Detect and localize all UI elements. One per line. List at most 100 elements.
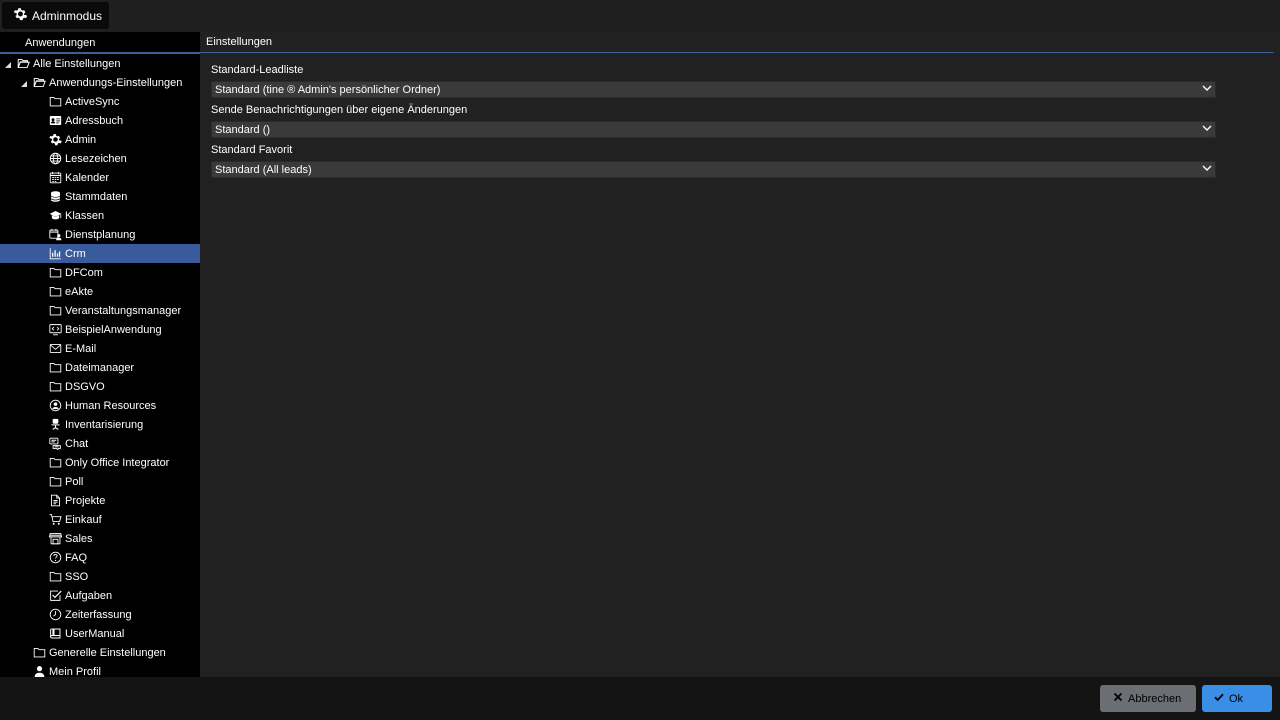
tree-node-label: Inventarisierung xyxy=(65,418,144,431)
question-circle-icon xyxy=(48,551,62,565)
gear-icon xyxy=(48,133,62,147)
chevron-down-icon xyxy=(1202,83,1212,96)
field-label: Sende Benachrichtigungen über eigene Änd… xyxy=(211,104,468,116)
field-send-notifications: Sende Benachrichtigungen über eigene Änd… xyxy=(211,104,1216,138)
tree-node-projekte[interactable]: Projekte xyxy=(0,491,200,510)
field-default-favorite: Standard Favorit Standard (All leads) xyxy=(211,144,1216,178)
folder-icon xyxy=(48,304,62,318)
tree-node-label: DSGVO xyxy=(65,380,105,393)
tree-node-label: Einkauf xyxy=(65,513,102,526)
tree-node-label: Poll xyxy=(65,475,84,488)
tree-node-dsgvo[interactable]: DSGVO xyxy=(0,377,200,396)
tree-node-label: E-Mail xyxy=(65,342,97,355)
tree-node-general-settings[interactable]: Generelle Einstellungen xyxy=(0,643,200,662)
tree-node-beispielanwendung[interactable]: BeispielAnwendung xyxy=(0,320,200,339)
tree-node-chat[interactable]: Chat xyxy=(0,434,200,453)
send-notifications-select[interactable]: Standard () xyxy=(211,121,1216,138)
store-icon xyxy=(48,532,62,546)
address-card-icon xyxy=(48,114,62,128)
book-icon xyxy=(48,627,62,641)
chair-icon xyxy=(48,418,62,432)
tree-node-sso[interactable]: SSO xyxy=(0,567,200,586)
dialog-button-bar: Abbrechen Ok xyxy=(0,677,1280,720)
tree-node-label: Aufgaben xyxy=(65,589,113,602)
tree-node-lesezeichen[interactable]: Lesezeichen xyxy=(0,149,200,168)
tree-node-label: Dienstplanung xyxy=(65,228,136,241)
tree-node-label: Klassen xyxy=(65,209,105,222)
field-label: Standard Favorit xyxy=(211,144,293,156)
tree-node-activesync[interactable]: ActiveSync xyxy=(0,92,200,111)
globe-icon xyxy=(48,152,62,166)
tree-node-human-resources[interactable]: Human Resources xyxy=(0,396,200,415)
check-icon xyxy=(1214,692,1224,705)
tree-node-sales[interactable]: Sales xyxy=(0,529,200,548)
tree-node-zeiterfassung[interactable]: Zeiterfassung xyxy=(0,605,200,624)
settings-tree-panel: Anwendungen Alle Einstellungen Anwendung… xyxy=(0,32,200,678)
gear-icon xyxy=(13,7,28,24)
folder-icon xyxy=(48,456,62,470)
tree-node-einkauf[interactable]: Einkauf xyxy=(0,510,200,529)
tree-node-label: Admin xyxy=(65,133,97,146)
tree-node-only-office-integrator[interactable]: Only Office Integrator xyxy=(0,453,200,472)
tree-node-label: Only Office Integrator xyxy=(65,456,170,469)
tree-node-dateimanager[interactable]: Dateimanager xyxy=(0,358,200,377)
tree-node-crm[interactable]: Crm xyxy=(0,244,200,263)
tree-node-poll[interactable]: Poll xyxy=(0,472,200,491)
tree-node-adressbuch[interactable]: Adressbuch xyxy=(0,111,200,130)
tree-node-label: Lesezeichen xyxy=(65,152,127,165)
admin-mode-button[interactable]: Adminmodus xyxy=(2,2,109,29)
tree-header: Anwendungen xyxy=(0,32,200,54)
default-favorite-select[interactable]: Standard (All leads) xyxy=(211,161,1216,178)
tree-node-all-settings[interactable]: Alle Einstellungen xyxy=(0,54,200,73)
ok-label: Ok xyxy=(1229,692,1244,705)
tree-node-label: Adressbuch xyxy=(65,114,124,127)
chevron-down-icon xyxy=(1202,163,1212,176)
tree-node-label: Anwendungs-Einstellungen xyxy=(49,76,183,89)
select-value: Standard (All leads) xyxy=(215,163,312,176)
tree-node-kalender[interactable]: Kalender xyxy=(0,168,200,187)
document-icon xyxy=(48,494,62,508)
tree-node-klassen[interactable]: Klassen xyxy=(0,206,200,225)
select-value: Standard (tine ® Admin's persönlicher Or… xyxy=(215,83,441,96)
calendar-icon xyxy=(48,171,62,185)
cancel-button[interactable]: Abbrechen xyxy=(1100,685,1196,712)
clock-icon xyxy=(48,608,62,622)
code-window-icon xyxy=(48,323,62,337)
tree-node-dienstplanung[interactable]: Dienstplanung xyxy=(0,225,200,244)
tree-node-faq[interactable]: FAQ xyxy=(0,548,200,567)
tree-node-label: Chat xyxy=(65,437,89,450)
tree-node-label: Projekte xyxy=(65,494,106,507)
ok-button[interactable]: Ok xyxy=(1202,685,1272,712)
field-label: Standard-Leadliste xyxy=(211,64,304,76)
tree-node-label: FAQ xyxy=(65,551,88,564)
tree-node-eakte[interactable]: eAkte xyxy=(0,282,200,301)
tree-node-aufgaben[interactable]: Aufgaben xyxy=(0,586,200,605)
tree-node-label: Dateimanager xyxy=(65,361,135,374)
tree-node-label: SSO xyxy=(65,570,89,583)
default-lead-list-select[interactable]: Standard (tine ® Admin's persönlicher Or… xyxy=(211,81,1216,98)
expanded-triangle-icon[interactable] xyxy=(4,60,12,68)
folder-icon xyxy=(48,95,62,109)
tree-node-inventarisierung[interactable]: Inventarisierung xyxy=(0,415,200,434)
envelope-icon xyxy=(48,342,62,356)
tree-node-label: Zeiterfassung xyxy=(65,608,132,621)
tree-node-admin[interactable]: Admin xyxy=(0,130,200,149)
folder-icon xyxy=(48,380,62,394)
folder-icon xyxy=(32,646,46,660)
tree-node-veranstaltungsmanager[interactable]: Veranstaltungsmanager xyxy=(0,301,200,320)
folder-icon xyxy=(48,570,62,584)
cancel-label: Abbrechen xyxy=(1128,692,1182,705)
tree-node-label: Crm xyxy=(65,247,86,260)
tree-node-label: Alle Einstellungen xyxy=(33,57,121,70)
tree-node-stammdaten[interactable]: Stammdaten xyxy=(0,187,200,206)
tree-node-label: Mein Profil xyxy=(49,665,101,678)
tree-node-app-settings[interactable]: Anwendungs-Einstellungen xyxy=(0,73,200,92)
expanded-triangle-icon[interactable] xyxy=(20,79,28,87)
user-circle-icon xyxy=(48,399,62,413)
database-icon xyxy=(48,190,62,204)
tree-node-dfcom[interactable]: DFCom xyxy=(0,263,200,282)
tree-node-usermanual[interactable]: UserManual xyxy=(0,624,200,643)
folder-icon xyxy=(48,266,62,280)
tree-node-label: Veranstaltungsmanager xyxy=(65,304,182,317)
tree-node-e-mail[interactable]: E-Mail xyxy=(0,339,200,358)
